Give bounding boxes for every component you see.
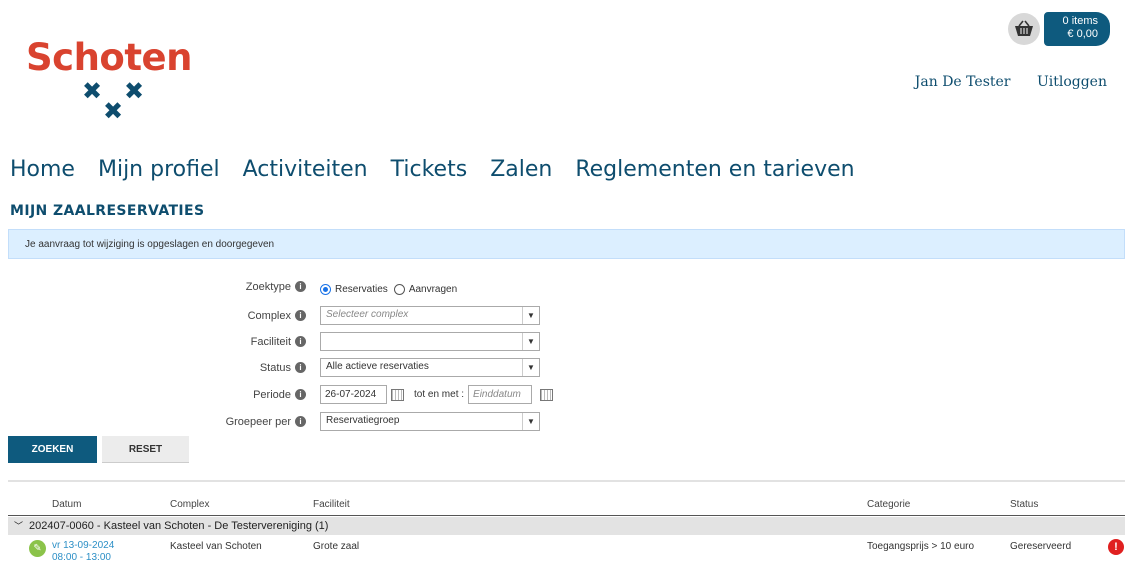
table-row[interactable]: ✎ vr 13-09-2024 08:00 - 13:00 Kasteel va… — [8, 536, 1125, 568]
radio-aanvragen-label[interactable]: Aanvragen — [409, 284, 457, 295]
cart-items-count: 0 items — [1062, 15, 1098, 27]
basket-icon[interactable] — [1008, 13, 1040, 45]
group-row[interactable]: ﹀ 202407-0060 - Kasteel van Schoten - De … — [8, 517, 1125, 535]
complex-row: Complex i Selecteer complex ▼ — [200, 306, 540, 325]
user-links: Jan De Tester Uitloggen — [893, 74, 1107, 90]
complex-select[interactable]: Selecteer complex ▼ — [320, 306, 540, 325]
reservation-date-link[interactable]: vr 13-09-2024 08:00 - 13:00 — [52, 540, 114, 564]
calendar-icon[interactable] — [540, 388, 554, 401]
faciliteit-select[interactable]: ▼ — [320, 332, 540, 351]
status-row: Status i Alle actieve reservaties ▼ — [200, 358, 540, 377]
logo-cross-icon: ✖ — [82, 77, 103, 105]
groepeer-label: Groepeer per — [225, 415, 291, 428]
calendar-icon[interactable] — [391, 388, 404, 401]
main-nav: Home Mijn profiel Activiteiten Tickets Z… — [10, 157, 871, 182]
cart-total: € 0,00 — [1067, 28, 1098, 40]
chevron-down-icon[interactable]: ﹀ — [14, 519, 23, 532]
start-date-input[interactable]: 26-07-2024 — [320, 385, 387, 404]
periode-row: Periode i 26-07-2024 tot en met : Einddat… — [200, 385, 554, 404]
column-header-categorie[interactable]: Categorie — [867, 499, 910, 510]
end-date-input[interactable]: Einddatum — [468, 385, 533, 404]
logo[interactable]: Schoten ✖ ✖ ✖ — [26, 36, 216, 128]
logout-link[interactable]: Uitloggen — [1037, 74, 1107, 90]
info-icon[interactable]: i — [295, 336, 306, 348]
info-icon[interactable]: i — [295, 310, 306, 322]
faciliteit-row: Faciliteit i ▼ — [200, 332, 540, 351]
tot-en-met-label: tot en met : — [414, 389, 465, 400]
radio-reservaties-label[interactable]: Reservaties — [335, 284, 388, 295]
warning-icon[interactable]: ! — [1108, 539, 1124, 555]
info-icon[interactable]: i — [295, 362, 306, 374]
divider — [8, 480, 1125, 482]
complex-placeholder: Selecteer complex — [326, 309, 409, 320]
search-button[interactable]: ZOEKEN — [8, 436, 97, 463]
nav-item-zalen[interactable]: Zalen — [490, 157, 552, 182]
faciliteit-label: Faciliteit — [250, 335, 291, 348]
column-header-complex[interactable]: Complex — [170, 499, 209, 510]
table-header: Datum Complex Faciliteit Categorie Statu… — [8, 496, 1125, 516]
dropdown-arrow-icon[interactable]: ▼ — [522, 307, 539, 324]
nav-item-reglementen[interactable]: Reglementen en tarieven — [575, 157, 854, 182]
info-icon[interactable]: i — [295, 416, 306, 428]
status-select[interactable]: Alle actieve reservaties ▼ — [320, 358, 540, 377]
nav-item-home[interactable]: Home — [10, 157, 75, 182]
info-alert: Je aanvraag tot wijziging is opgeslagen … — [8, 229, 1125, 259]
zoektype-row: Zoektype i Reservaties Aanvragen — [200, 278, 463, 295]
cell-faciliteit: Grote zaal — [313, 541, 360, 552]
cart[interactable]: 0 items € 0,00 — [1008, 12, 1110, 46]
user-name-link[interactable]: Jan De Tester — [915, 74, 1011, 90]
logo-cross-icon: ✖ — [103, 97, 124, 125]
nav-item-mijn-profiel[interactable]: Mijn profiel — [98, 157, 220, 182]
dropdown-arrow-icon[interactable]: ▼ — [522, 413, 539, 430]
periode-label: Periode — [253, 388, 291, 401]
reservation-date: vr 13-09-2024 — [52, 540, 115, 551]
info-icon[interactable]: i — [295, 281, 306, 293]
logo-cross-icon: ✖ — [124, 77, 145, 105]
status-value: Alle actieve reservaties — [326, 361, 429, 372]
dropdown-arrow-icon[interactable]: ▼ — [522, 359, 539, 376]
reset-button[interactable]: RESET — [102, 436, 189, 463]
cell-complex: Kasteel van Schoten — [170, 541, 262, 552]
column-header-status[interactable]: Status — [1010, 499, 1038, 510]
zoektype-label: Zoektype — [245, 280, 291, 293]
radio-reservaties[interactable] — [320, 284, 331, 295]
cell-status: Gereserveerd — [1010, 541, 1072, 552]
groepeer-row: Groepeer per i Reservatiegroep ▼ — [200, 412, 540, 431]
cell-categorie: Toegangsprijs > 10 euro — [867, 541, 975, 552]
groepeer-value: Reservatiegroep — [326, 415, 400, 426]
info-icon[interactable]: i — [295, 389, 306, 401]
reservation-time: 08:00 - 13:00 — [52, 552, 111, 563]
nav-item-tickets[interactable]: Tickets — [391, 157, 468, 182]
page-title: MIJN ZAALRESERVATIES — [10, 203, 205, 219]
radio-aanvragen[interactable] — [393, 284, 405, 295]
edit-pencil-icon[interactable]: ✎ — [29, 540, 46, 557]
status-label: Status — [259, 361, 291, 374]
dropdown-arrow-icon[interactable]: ▼ — [522, 333, 539, 350]
groepeer-select[interactable]: Reservatiegroep ▼ — [320, 412, 540, 431]
nav-item-activiteiten[interactable]: Activiteiten — [243, 157, 368, 182]
group-title: 202407-0060 - Kasteel van Schoten - De T… — [29, 520, 329, 532]
column-header-faciliteit[interactable]: Faciliteit — [313, 499, 350, 510]
logo-text: Schoten — [26, 36, 192, 79]
column-header-datum[interactable]: Datum — [52, 499, 81, 510]
cart-summary[interactable]: 0 items € 0,00 — [1044, 12, 1110, 46]
complex-label: Complex — [247, 309, 291, 322]
